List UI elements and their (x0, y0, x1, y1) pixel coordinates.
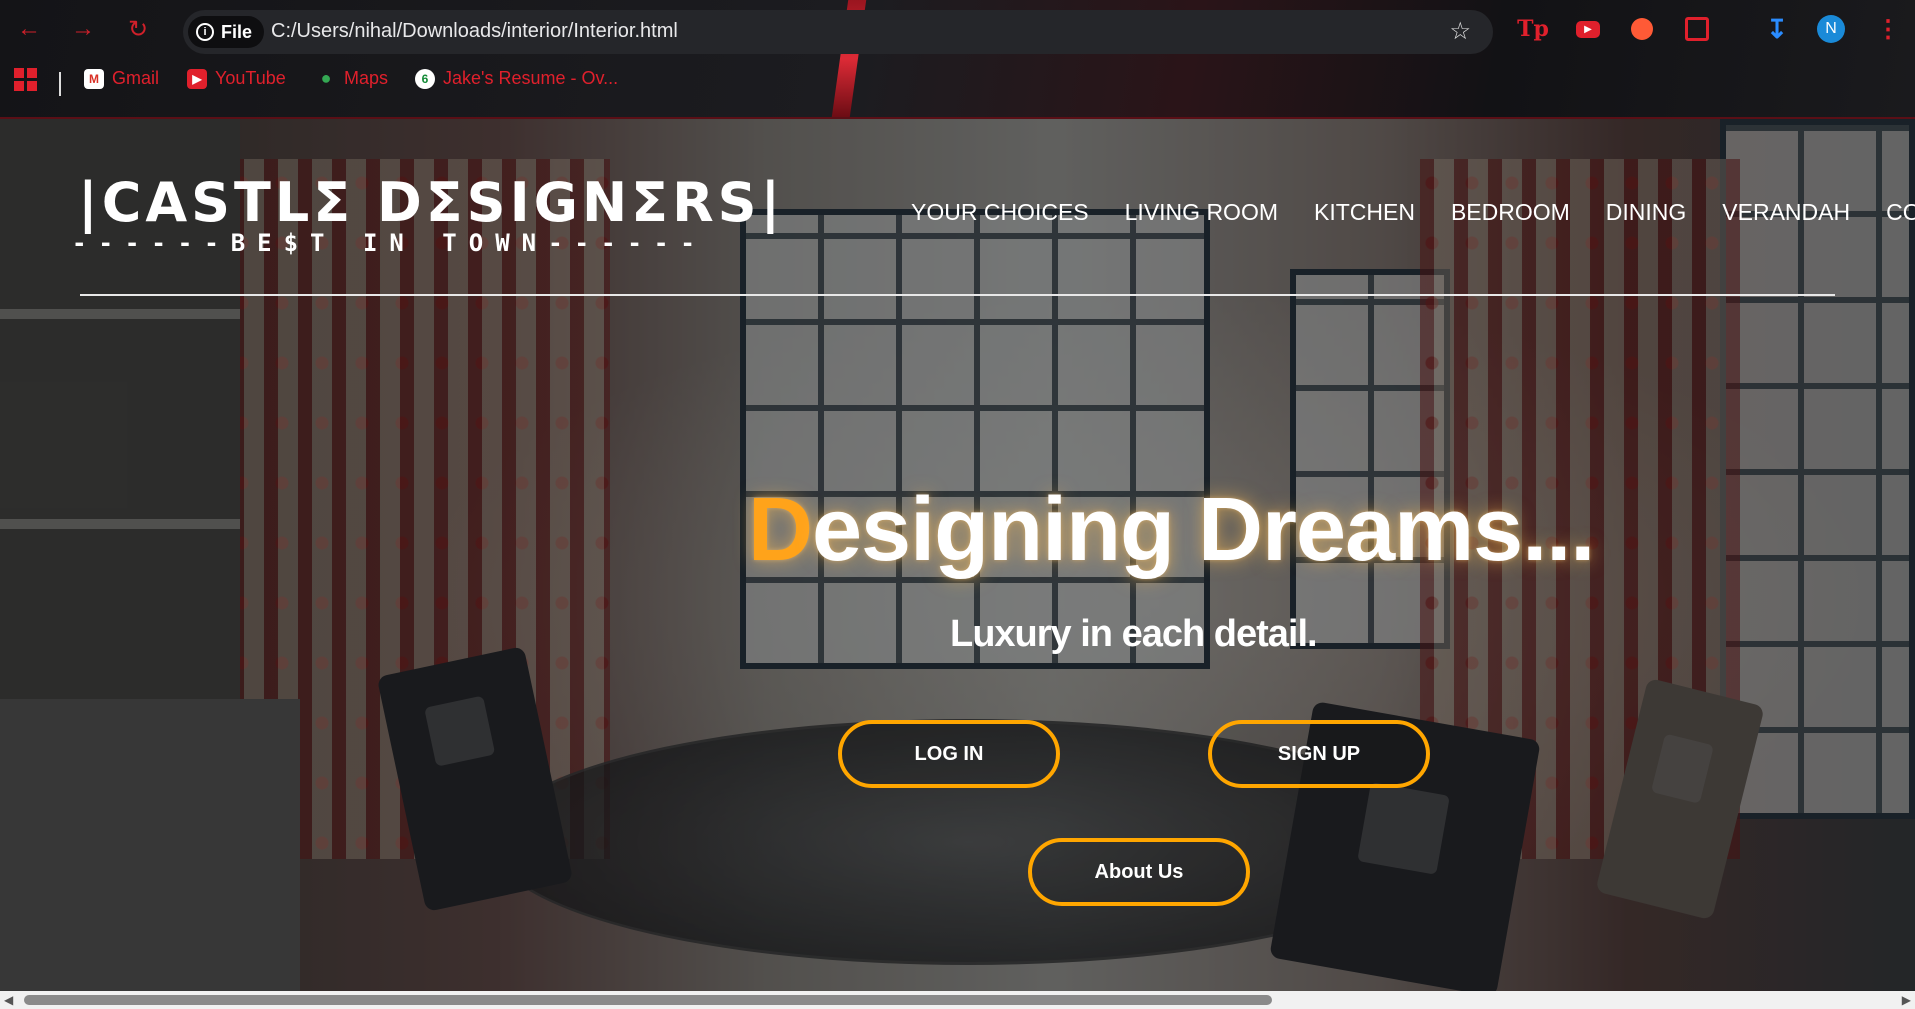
bookmark-resume[interactable]: 6 Jake's Resume - Ov... (415, 68, 618, 89)
bookmark-gmail[interactable]: M Gmail (84, 68, 159, 89)
header-divider (80, 294, 1835, 296)
site-chip-label: File (221, 21, 253, 42)
maps-icon: ● (320, 68, 332, 88)
youtube-extension-icon[interactable]: ▶ (1573, 14, 1603, 44)
hero-title-initial: D (748, 480, 813, 580)
bookmark-youtube[interactable]: ▶ YouTube (187, 68, 286, 89)
site-info-chip[interactable]: i File (188, 16, 265, 48)
about-us-button[interactable]: About Us (1028, 838, 1250, 906)
browser-toolbar: ← → ↻ i File C:/Users/nihal/Downloads/in… (0, 0, 1915, 119)
nav-bedroom[interactable]: BEDROOM (1451, 199, 1570, 226)
main-nav: YOUR CHOICES LIVING ROOM KITCHEN BEDROOM… (911, 199, 1915, 226)
forward-icon[interactable]: → (68, 14, 98, 44)
apps-grid-icon[interactable] (14, 68, 37, 91)
hero-title: Designing Dreams... (748, 479, 1595, 582)
nav-verandah[interactable]: VERANDAH (1722, 199, 1850, 226)
nav-dining[interactable]: DINING (1606, 199, 1687, 226)
scroll-right-icon[interactable]: ▶ (1902, 993, 1911, 1007)
bookmark-star-icon[interactable]: ☆ (1449, 17, 1471, 46)
nav-your-choices[interactable]: YOUR CHOICES (911, 199, 1089, 226)
site-tagline: ------BE$T IN TOWN------ (72, 229, 707, 257)
horizontal-scrollbar[interactable]: ◀ ▶ (0, 991, 1915, 1009)
bookmark-label: YouTube (215, 68, 286, 88)
bookmark-label: Gmail (112, 68, 160, 88)
bookmarks-separator (59, 72, 61, 96)
extensions-puzzle-icon[interactable] (1682, 14, 1712, 44)
signup-button[interactable]: SIGN UP (1208, 720, 1430, 788)
back-icon[interactable]: ← (14, 14, 44, 44)
bookmark-maps[interactable]: ● Maps (316, 68, 388, 89)
nav-kitchen[interactable]: KITCHEN (1314, 199, 1415, 226)
reload-icon[interactable]: ↻ (123, 14, 153, 44)
hero-title-text: esigning Dreams... (812, 480, 1595, 580)
nav-living-room[interactable]: LIVING ROOM (1125, 199, 1278, 226)
info-icon: i (196, 23, 214, 41)
youtube-icon: ▶ (187, 68, 207, 89)
page-viewport: |CASTLΣ DΣSIGNΣRS| ------BE$T IN TOWN---… (0, 119, 1915, 991)
login-button[interactable]: LOG IN (838, 720, 1060, 788)
overleaf-icon: 6 (415, 68, 435, 89)
profile-initial: N (1817, 15, 1845, 43)
profile-avatar[interactable]: N (1816, 14, 1846, 44)
tp-extension-icon[interactable]: Tp (1517, 14, 1549, 44)
address-bar[interactable]: i File C:/Users/nihal/Downloads/interior… (183, 10, 1493, 54)
download-icon[interactable]: ↧ (1762, 14, 1792, 44)
nav-contact[interactable]: CO (1886, 199, 1915, 226)
bookmark-label: Jake's Resume - Ov... (443, 68, 619, 88)
gmail-icon: M (84, 68, 104, 89)
menu-kebab-icon[interactable]: ⋮ (1873, 14, 1903, 44)
scroll-left-icon[interactable]: ◀ (4, 993, 13, 1007)
hero-subtitle: Luxury in each detail. (950, 613, 1318, 655)
site-logo[interactable]: |CASTLΣ DΣSIGNΣRS| (78, 171, 784, 234)
scrollbar-thumb[interactable] (24, 995, 1272, 1005)
bookmark-label: Maps (344, 68, 389, 88)
vpn-extension-icon[interactable] (1627, 14, 1657, 44)
url-text[interactable]: C:/Users/nihal/Downloads/interior/Interi… (271, 20, 678, 43)
